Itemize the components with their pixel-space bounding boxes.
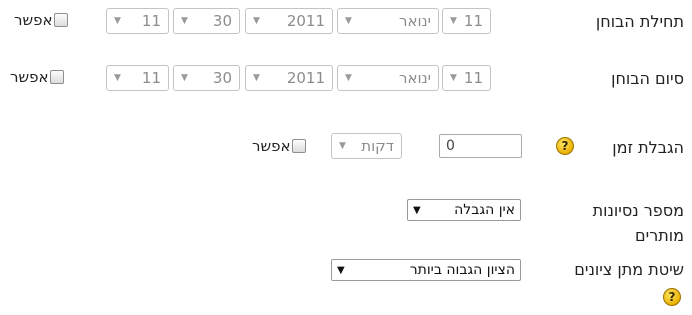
attempts-label-line1: מספר נסיונות (592, 201, 684, 220)
quiz-open-enable[interactable]: אפשר (14, 11, 68, 29)
attempts-label-line2: מותרים (635, 226, 684, 245)
quiz-close-enable-checkbox[interactable] (49, 70, 64, 84)
chevron-down-icon: ▼ (114, 16, 121, 26)
time-limit-row: הגבלת זמן ? 0 ▼ דקות אפשר (0, 133, 692, 159)
chevron-down-icon: ▼ (181, 73, 188, 83)
time-limit-enable-checkbox[interactable] (291, 139, 306, 153)
help-icon[interactable]: ? (663, 288, 681, 306)
quiz-open-label: תחילת הבוחן (595, 12, 684, 31)
chevron-down-icon: ▼ (114, 73, 121, 83)
quiz-close-day-select[interactable]: ▼ 11 (442, 65, 491, 91)
quiz-open-hour-select[interactable]: ▼ 30 (173, 8, 240, 34)
grading-label: שיטת מתן ציונים (574, 260, 684, 279)
quiz-open-month-select[interactable]: ▼ ינואר (337, 8, 439, 34)
quiz-open-enable-label: אפשר (14, 11, 53, 29)
quiz-close-label: סיום הבוחן (611, 69, 684, 88)
chevron-down-icon: ▼ (413, 204, 421, 216)
quiz-close-hour-select[interactable]: ▼ 30 (173, 65, 240, 91)
attempts-select[interactable]: ▼ אין הגבלה (407, 199, 521, 221)
time-limit-enable[interactable]: אפשר (252, 137, 306, 155)
chevron-down-icon: ▼ (450, 16, 457, 26)
quiz-close-minute-select[interactable]: ▼ 11 (106, 65, 169, 91)
time-limit-label: הגבלת זמן (612, 138, 684, 157)
time-limit-enable-label: אפשר (252, 137, 291, 155)
help-icon[interactable]: ? (556, 137, 574, 155)
quiz-open-day-select[interactable]: ▼ 11 (442, 8, 491, 34)
quiz-open-row: תחילת הבוחן ▼ 11 ▼ ינואר ▼ 2011 ▼ 30 ▼ 1… (0, 8, 692, 34)
quiz-close-enable[interactable]: אפשר (10, 68, 64, 86)
chevron-down-icon: ▼ (345, 16, 352, 26)
chevron-down-icon: ▼ (450, 73, 457, 83)
grading-select[interactable]: ▼ הציון הגבוה ביותר (331, 259, 521, 281)
chevron-down-icon: ▼ (339, 141, 346, 151)
chevron-down-icon: ▼ (337, 264, 345, 276)
quiz-close-month-select[interactable]: ▼ ינואר (337, 65, 439, 91)
quiz-close-row: סיום הבוחן ▼ 11 ▼ ינואר ▼ 2011 ▼ 30 ▼ 11… (0, 65, 692, 91)
quiz-open-enable-checkbox[interactable] (53, 13, 68, 27)
quiz-close-year-select[interactable]: ▼ 2011 (245, 65, 333, 91)
chevron-down-icon: ▼ (345, 73, 352, 83)
time-limit-input[interactable]: 0 (439, 134, 522, 158)
chevron-down-icon: ▼ (253, 16, 260, 26)
chevron-down-icon: ▼ (181, 16, 188, 26)
time-limit-unit-select[interactable]: ▼ דקות (331, 133, 402, 159)
quiz-open-minute-select[interactable]: ▼ 11 (106, 8, 169, 34)
chevron-down-icon: ▼ (253, 73, 260, 83)
quiz-open-year-select[interactable]: ▼ 2011 (245, 8, 333, 34)
quiz-close-enable-label: אפשר (10, 68, 49, 86)
